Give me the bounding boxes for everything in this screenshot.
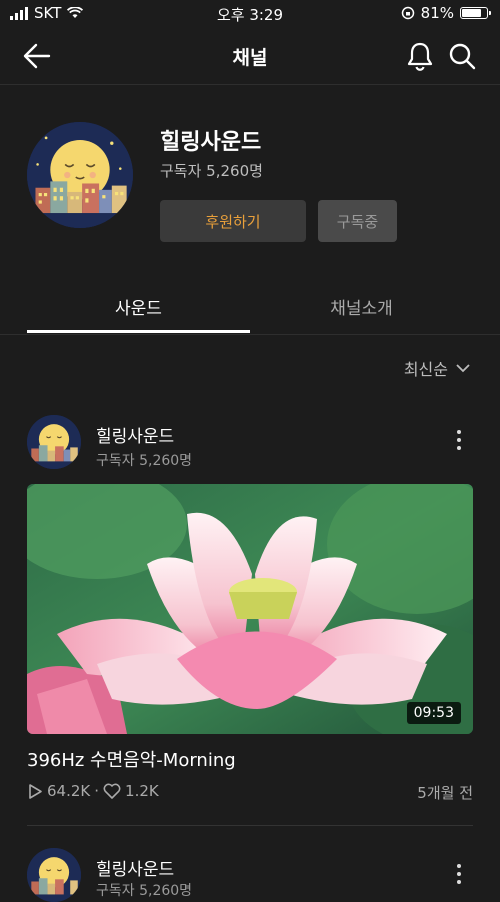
bell-icon[interactable] xyxy=(406,41,434,71)
tab-sound[interactable]: 사운드 xyxy=(27,294,250,319)
battery-percent: 81% xyxy=(420,4,454,22)
search-icon[interactable] xyxy=(448,42,476,70)
post-channel-name[interactable]: 힐링사운드 xyxy=(96,422,174,447)
more-options-icon[interactable] xyxy=(456,430,462,454)
video-thumbnail[interactable]: 09:53 xyxy=(27,484,473,734)
channel-name: 힐링사운드 xyxy=(160,130,262,155)
more-options-icon[interactable] xyxy=(456,864,462,888)
play-icon xyxy=(29,783,42,799)
chevron-down-icon xyxy=(456,363,470,372)
battery-icon xyxy=(460,7,491,19)
video-title[interactable]: 396Hz 수면음악-Morning xyxy=(27,746,236,772)
sort-label: 최신순 xyxy=(403,360,448,379)
video-date: 5개월 전 xyxy=(417,784,473,802)
status-bar: SKT 오후 3:29 81% xyxy=(0,0,500,26)
post-subscriber-count: 구독자 5,260명 xyxy=(96,453,193,469)
play-count: 64.2K xyxy=(47,782,91,800)
rotation-lock-icon xyxy=(401,6,414,20)
like-count: 1.2K xyxy=(125,782,159,800)
channel-tabs: 사운드 채널소개 xyxy=(0,282,500,335)
video-stats: 64.2K · 1.2K xyxy=(27,782,159,800)
heart-icon xyxy=(103,783,121,799)
top-nav-bar: 채널 xyxy=(0,28,500,85)
channel-avatar xyxy=(27,122,133,228)
sponsor-button[interactable]: 후원하기 xyxy=(160,200,306,242)
divider xyxy=(27,825,473,826)
post-avatar[interactable] xyxy=(27,415,81,469)
subscriber-count: 구독자 5,260명 xyxy=(160,162,263,180)
active-tab-indicator xyxy=(27,330,250,333)
subscribed-button[interactable]: 구독중 xyxy=(318,200,397,242)
tab-channel-intro[interactable]: 채널소개 xyxy=(250,294,473,319)
post-subscriber-count: 구독자 5,260명 xyxy=(96,883,193,899)
post-avatar[interactable] xyxy=(27,848,81,902)
separator-dot: · xyxy=(94,782,100,800)
video-duration: 09:53 xyxy=(406,702,461,724)
post-channel-name[interactable]: 힐링사운드 xyxy=(96,855,174,880)
sort-dropdown[interactable]: 최신순 xyxy=(404,356,470,380)
